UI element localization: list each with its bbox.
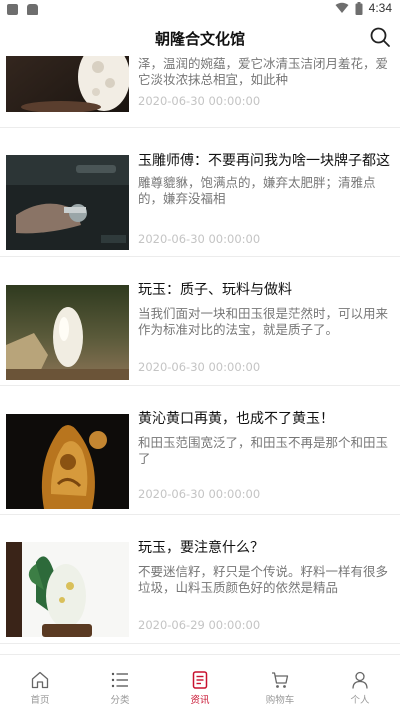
tab-label: 购物车 [265,695,295,706]
list-item[interactable]: 玩玉，要注意什么？ 不要迷信籽，籽只是个传说。籽料一样有很多垃圾，山料玉质颜色好… [0,515,400,644]
article-date: 2020-06-30 00:00:00 [138,487,261,501]
news-icon [192,671,208,689]
notification-icon [7,4,18,15]
article-date: 2020-06-30 00:00:00 [138,232,261,246]
status-bar: 4:34 [0,0,400,18]
article-title: 黄沁黄口再黄，也成不了黄玉！ [138,411,334,427]
article-summary: 和田玉范围宽泛了，和田玉不再是那个和田玉了 [138,435,389,466]
article-summary: 雕尊貔貅，饱满点的，嫌弃太肥胖；清雅点的，嫌弃没福相 [138,175,376,206]
battery-icon [355,1,363,15]
list-item[interactable]: 玩玉：质子、玩料与做料 当我们面对一块和田玉很是茫然时，可以用来作为标准对比的法… [0,257,400,386]
tab-label: 首页 [30,695,50,706]
list-item[interactable]: 黄沁黄口再黄，也成不了黄玉！ 和田玉范围宽泛了，和田玉不再是那个和田玉了 202… [0,386,400,515]
tab-home[interactable]: 首页 [0,655,80,710]
list-icon [111,672,128,688]
article-thumbnail [6,542,129,637]
cart-icon [272,672,289,688]
tab-bar: 首页 分类 资讯 购物车 个人 [0,654,400,710]
tab-cart[interactable]: 购物车 [240,655,320,710]
list-item[interactable]: 玉雕师傅：不要再问我为啥一块牌子都这么贵 雕尊貔貅，饱满点的，嫌弃太肥胖；清雅点… [0,128,400,257]
article-summary: 我们爱和田玉，爱它斑斓的皮色，宝润的光泽，温润的婉蕴，爱它冰清玉洁闭月羞花，爱它… [138,56,389,87]
article-title: 玩玉：质子、玩料与做料 [138,282,292,298]
tab-news[interactable]: 资讯 [160,655,240,710]
article-list[interactable]: 我们爱和田玉，爱它斑斓的皮色，宝润的光泽，温润的婉蕴，爱它冰清玉洁闭月羞花，爱它… [0,56,400,654]
article-thumbnail [6,155,129,250]
tab-category[interactable]: 分类 [80,655,160,710]
list-item[interactable]: 我们爱和田玉，爱它斑斓的皮色，宝润的光泽，温润的婉蕴，爱它冰清玉洁闭月羞花，爱它… [0,56,400,128]
article-date: 2020-06-30 00:00:00 [138,94,261,108]
tab-profile[interactable]: 个人 [320,655,400,710]
article-thumbnail [6,285,129,380]
article-title: 玉雕师傅：不要再问我为啥一块牌子都这么贵 [138,153,390,169]
article-thumbnail [6,414,129,509]
tab-label: 个人 [350,695,370,706]
article-title: 玩玉，要注意什么？ [138,540,264,556]
home-icon [31,671,49,689]
person-icon [352,671,368,689]
notification-icon [27,4,38,15]
page-title: 朝隆合文化馆 [154,30,245,48]
wifi-icon [335,2,349,13]
status-right: 4:34 [335,1,392,15]
article-date: 2020-06-29 00:00:00 [138,618,261,632]
article-thumbnail [6,56,129,112]
tab-label: 分类 [110,695,130,706]
article-summary: 当我们面对一块和田玉很是茫然时，可以用来作为标准对比的法宝，就是质子了。 [138,306,389,337]
search-icon[interactable] [368,25,392,49]
tab-label: 资讯 [190,695,210,706]
clock: 4:34 [368,1,392,15]
article-summary: 不要迷信籽，籽只是个传说。籽料一样有很多垃圾，山料玉质颜色好的依然是精品 [138,564,389,595]
header: 朝隆合文化馆 [0,18,400,56]
article-date: 2020-06-30 00:00:00 [138,360,261,374]
